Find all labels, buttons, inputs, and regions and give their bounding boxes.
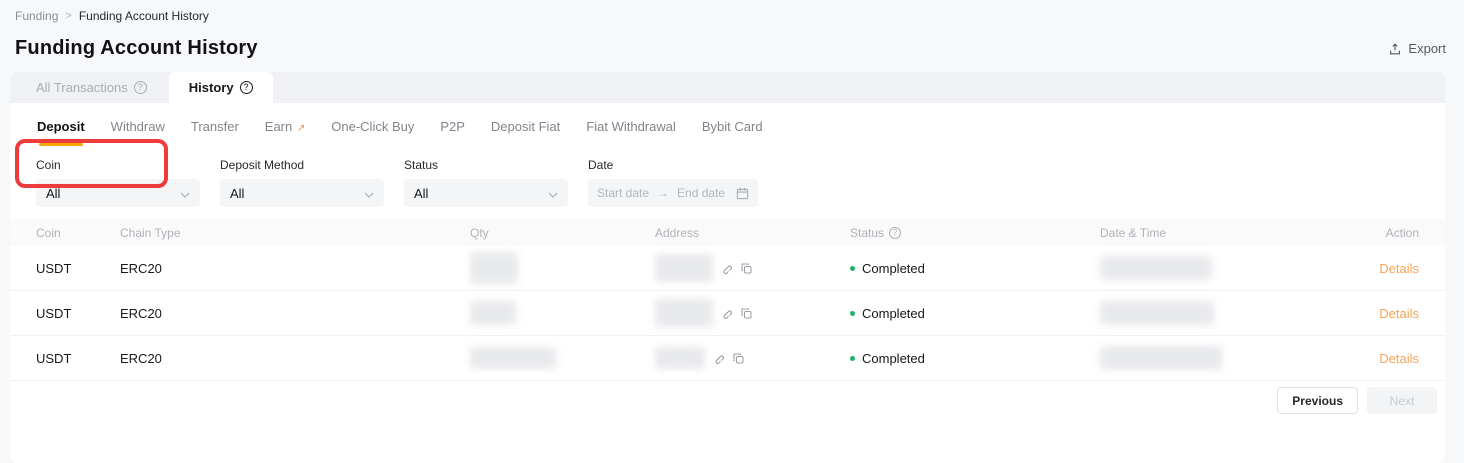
status-dot-icon	[850, 311, 855, 316]
cell-chain-type: ERC20	[120, 351, 470, 366]
pagination: Previous Next	[10, 381, 1445, 414]
status-badge: Completed	[862, 261, 925, 276]
chevron-down-icon	[548, 186, 558, 201]
redacted-datetime	[1100, 256, 1212, 280]
help-icon[interactable]	[134, 81, 147, 94]
export-icon	[1388, 42, 1402, 56]
details-link[interactable]: Details	[1379, 351, 1419, 366]
help-icon[interactable]	[889, 227, 901, 239]
breadcrumb: Funding > Funding Account History	[0, 0, 1464, 23]
start-date-placeholder[interactable]: Start date	[597, 186, 649, 200]
export-label: Export	[1408, 41, 1446, 56]
subtab-bar: Deposit Withdraw Transfer Earn ↗ One-Cli…	[10, 103, 1445, 150]
chevron-down-icon	[180, 186, 190, 201]
table-header-row: Coin Chain Type Qty Address Status Date …	[10, 219, 1445, 246]
copy-icon[interactable]	[732, 352, 745, 365]
export-button[interactable]: Export	[1388, 41, 1446, 56]
chevron-down-icon	[364, 186, 374, 201]
status-select-value: All	[414, 186, 428, 201]
range-arrow-icon: →	[657, 186, 669, 200]
active-tab-underline	[39, 143, 83, 146]
redacted-datetime	[1100, 301, 1214, 325]
previous-button[interactable]: Previous	[1277, 387, 1358, 414]
tab-bar: All Transactions History	[10, 72, 1445, 103]
subtab-deposit-fiat[interactable]: Deposit Fiat	[491, 119, 560, 138]
subtab-earn[interactable]: Earn ↗	[265, 119, 305, 138]
calendar-icon	[736, 187, 749, 200]
status-dot-icon	[850, 356, 855, 361]
coin-select-value: All	[46, 186, 60, 201]
status-badge: Completed	[862, 351, 925, 366]
tab-all-transactions-label: All Transactions	[36, 80, 128, 95]
col-header-qty: Qty	[470, 226, 655, 240]
breadcrumb-separator: >	[65, 10, 71, 22]
deposit-method-select[interactable]: All	[220, 179, 384, 207]
subtab-deposit-label: Deposit	[37, 119, 85, 134]
status-select[interactable]: All	[404, 179, 568, 207]
link-icon[interactable]	[720, 307, 733, 320]
redacted-qty	[470, 301, 516, 325]
cell-coin: USDT	[36, 351, 120, 366]
subtab-p2p[interactable]: P2P	[440, 119, 465, 138]
subtab-withdraw[interactable]: Withdraw	[111, 119, 165, 138]
table-row: USDT ERC20	[10, 246, 1445, 291]
col-header-action: Action	[1326, 226, 1419, 240]
page-title: Funding Account History	[15, 37, 258, 60]
details-link[interactable]: Details	[1379, 261, 1419, 276]
coin-filter-label: Coin	[36, 158, 200, 172]
next-button[interactable]: Next	[1367, 387, 1437, 414]
history-panel: Deposit Withdraw Transfer Earn ↗ One-Cli…	[10, 103, 1445, 463]
status-badge: Completed	[862, 306, 925, 321]
subtab-one-click-buy[interactable]: One-Click Buy	[331, 119, 414, 138]
end-date-placeholder[interactable]: End date	[677, 186, 725, 200]
external-link-arrow-icon: ↗	[297, 123, 305, 134]
date-range-picker[interactable]: Start date → End date	[588, 179, 758, 207]
subtab-fiat-withdrawal[interactable]: Fiat Withdrawal	[586, 119, 676, 138]
cell-chain-type: ERC20	[120, 306, 470, 321]
deposit-method-filter-label: Deposit Method	[220, 158, 384, 172]
tab-history-label: History	[189, 80, 234, 95]
col-header-address: Address	[655, 226, 850, 240]
subtab-earn-label: Earn	[265, 119, 292, 134]
deposit-method-select-value: All	[230, 186, 244, 201]
cell-coin: USDT	[36, 261, 120, 276]
col-header-status: Status	[850, 226, 884, 240]
link-icon[interactable]	[712, 352, 725, 365]
table-row: USDT ERC20	[10, 291, 1445, 336]
tab-history[interactable]: History	[169, 72, 273, 103]
filter-bar: Coin All Deposit Method All St	[10, 158, 1445, 207]
redacted-datetime	[1100, 346, 1222, 370]
coin-select[interactable]: All	[36, 179, 200, 207]
col-header-chain-type: Chain Type	[120, 226, 470, 240]
table-row: USDT ERC20	[10, 336, 1445, 381]
deposit-history-table: Coin Chain Type Qty Address Status Date …	[10, 219, 1445, 381]
redacted-address	[655, 254, 713, 282]
details-link[interactable]: Details	[1379, 306, 1419, 321]
copy-icon[interactable]	[740, 307, 753, 320]
copy-icon[interactable]	[740, 262, 753, 275]
status-filter-label: Status	[404, 158, 568, 172]
redacted-qty	[470, 347, 556, 369]
breadcrumb-parent[interactable]: Funding	[15, 9, 58, 23]
help-icon[interactable]	[240, 81, 253, 94]
cell-coin: USDT	[36, 306, 120, 321]
main-card: All Transactions History Deposit Withdra…	[10, 72, 1445, 463]
col-header-datetime: Date & Time	[1100, 226, 1326, 240]
date-filter-label: Date	[588, 158, 758, 172]
status-dot-icon	[850, 266, 855, 271]
col-header-coin: Coin	[36, 226, 120, 240]
cell-chain-type: ERC20	[120, 261, 470, 276]
subtab-bybit-card[interactable]: Bybit Card	[702, 119, 763, 138]
link-icon[interactable]	[720, 262, 733, 275]
redacted-qty	[470, 252, 518, 284]
redacted-address	[655, 299, 713, 327]
redacted-address	[655, 347, 705, 369]
subtab-deposit[interactable]: Deposit	[37, 119, 85, 138]
subtab-transfer[interactable]: Transfer	[191, 119, 239, 138]
tab-all-transactions[interactable]: All Transactions	[10, 72, 169, 103]
breadcrumb-current: Funding Account History	[79, 9, 209, 23]
